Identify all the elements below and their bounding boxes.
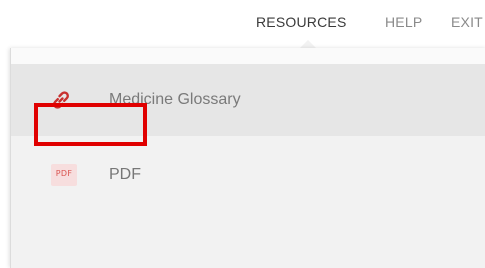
nav-item-exit[interactable]: EXIT bbox=[451, 14, 483, 30]
link-icon bbox=[49, 88, 73, 112]
page: RESOURCES HELP EXIT Medicine Glossary PD… bbox=[0, 0, 485, 268]
pdf-icon-text: PDF bbox=[55, 169, 73, 178]
menu-item-label: PDF bbox=[109, 166, 141, 183]
dropdown-caret bbox=[300, 40, 316, 48]
top-navigation: RESOURCES HELP EXIT bbox=[0, 0, 485, 48]
dropdown-header-strip bbox=[11, 48, 485, 64]
nav-item-resources[interactable]: RESOURCES bbox=[256, 14, 346, 30]
nav-item-help[interactable]: HELP bbox=[385, 14, 422, 30]
menu-item-pdf[interactable]: PDF PDF bbox=[11, 136, 485, 214]
menu-item-medicine-glossary[interactable]: Medicine Glossary bbox=[11, 64, 485, 136]
menu-item-label: Medicine Glossary bbox=[109, 91, 241, 108]
resources-dropdown: Medicine Glossary PDF PDF bbox=[10, 48, 485, 268]
pdf-file-icon: PDF bbox=[51, 164, 77, 186]
